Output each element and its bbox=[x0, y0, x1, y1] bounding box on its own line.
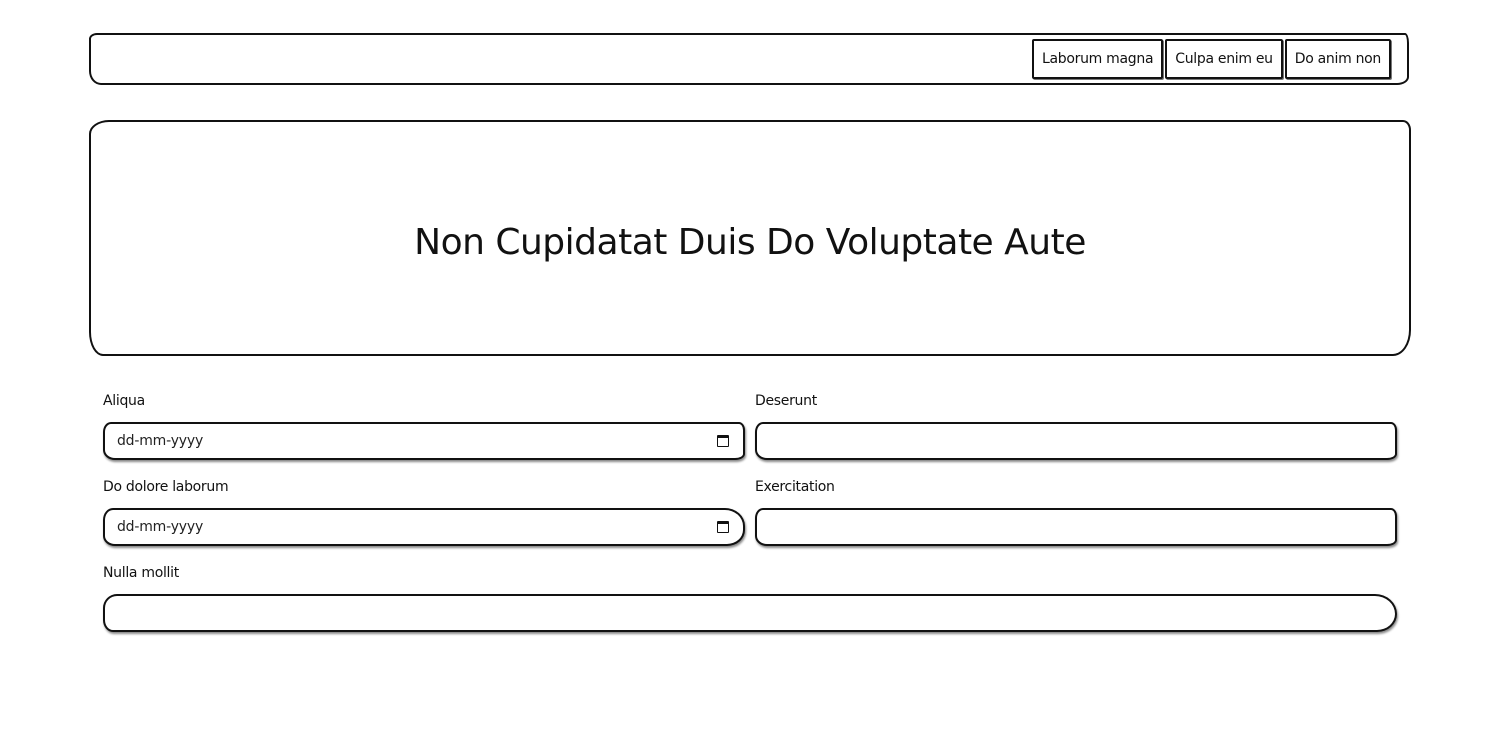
do-dolore-laborum-date-value: dd-mm-yyyy bbox=[117, 519, 204, 535]
calendar-icon[interactable] bbox=[717, 435, 729, 447]
deserunt-input[interactable] bbox=[755, 422, 1397, 460]
nav-item-do-anim-non[interactable]: Do anim non bbox=[1284, 39, 1391, 79]
do-dolore-laborum-date-input[interactable]: dd-mm-yyyy bbox=[103, 508, 745, 546]
nav-item-culpa-enim-eu[interactable]: Culpa enim eu bbox=[1165, 39, 1283, 79]
top-nav: Laborum magna Culpa enim eu Do anim non bbox=[1032, 39, 1391, 79]
exercitation-label: Exercitation bbox=[755, 479, 835, 495]
calendar-icon[interactable] bbox=[717, 521, 729, 533]
exercitation-input[interactable] bbox=[755, 508, 1397, 546]
nav-item-laborum-magna[interactable]: Laborum magna bbox=[1032, 39, 1164, 79]
nulla-mollit-label: Nulla mollit bbox=[103, 565, 179, 581]
aliqua-label: Aliqua bbox=[103, 393, 145, 409]
page: Laborum magna Culpa enim eu Do anim non … bbox=[0, 0, 1500, 752]
nulla-mollit-input[interactable] bbox=[103, 594, 1397, 632]
aliqua-date-value: dd-mm-yyyy bbox=[117, 433, 204, 449]
hero-title: Non Cupidatat Duis Do Voluptate Aute bbox=[414, 221, 1086, 263]
aliqua-date-input[interactable]: dd-mm-yyyy bbox=[103, 422, 745, 460]
hero-banner: Non Cupidatat Duis Do Voluptate Aute bbox=[89, 120, 1411, 356]
deserunt-label: Deserunt bbox=[755, 393, 817, 409]
header-bar: Laborum magna Culpa enim eu Do anim non bbox=[89, 33, 1409, 85]
do-dolore-laborum-label: Do dolore laborum bbox=[103, 479, 229, 495]
